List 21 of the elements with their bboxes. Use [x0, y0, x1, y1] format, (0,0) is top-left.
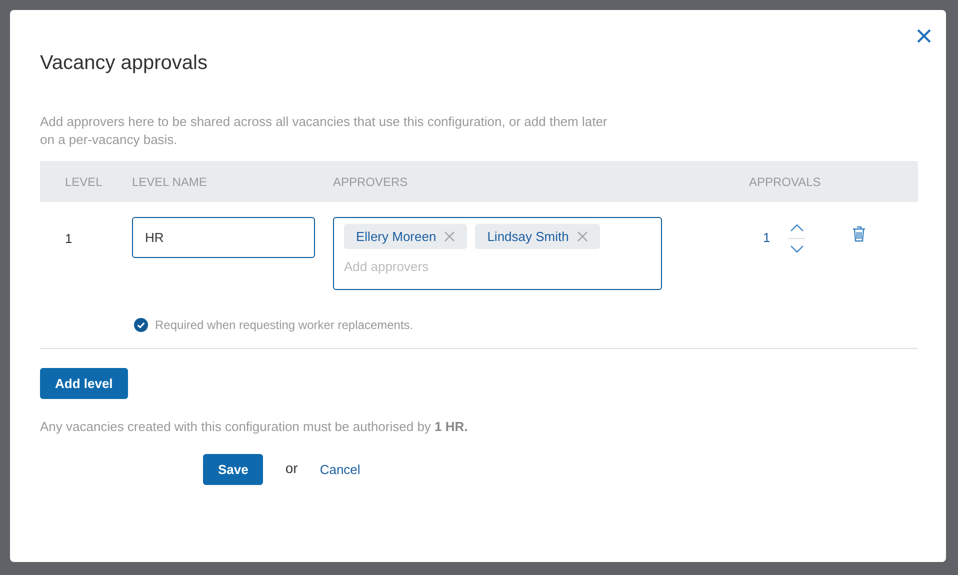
checkmark-icon[interactable] [134, 318, 148, 332]
column-header: APPROVERS [333, 174, 409, 188]
dialog-title: Vacancy approvals [40, 52, 208, 75]
trash-icon[interactable] [852, 226, 866, 242]
cancel-link[interactable]: Cancel [320, 462, 360, 477]
level-name-field[interactable]: HR [132, 217, 315, 258]
increment-icon[interactable] [788, 222, 805, 234]
decrement-icon[interactable] [788, 243, 805, 255]
approvals-count: 1 [763, 229, 770, 245]
column-header: LEVEL [64, 174, 104, 188]
approvers-field[interactable]: Ellery Moreen Lindsay Smith Add approvers [333, 217, 662, 290]
summary-text: Any vacancies created with this configuration must be authorised by 1 HR. [40, 419, 469, 434]
description-text: Add approvers here to be shared across all vacancies that use this configuration, or add them later on a per-vacancy basis. [40, 113, 608, 149]
add-level-button[interactable]: Add level [40, 368, 128, 399]
close-icon[interactable] [916, 28, 932, 44]
level-number: 1 [64, 230, 74, 246]
column-header: LEVEL NAME [132, 174, 208, 188]
column-header: APPROVALS [749, 174, 822, 188]
save-button[interactable]: Save [203, 454, 264, 485]
or-text: or [285, 460, 298, 476]
requirement-label: Required when requesting worker replacements. [155, 318, 414, 332]
